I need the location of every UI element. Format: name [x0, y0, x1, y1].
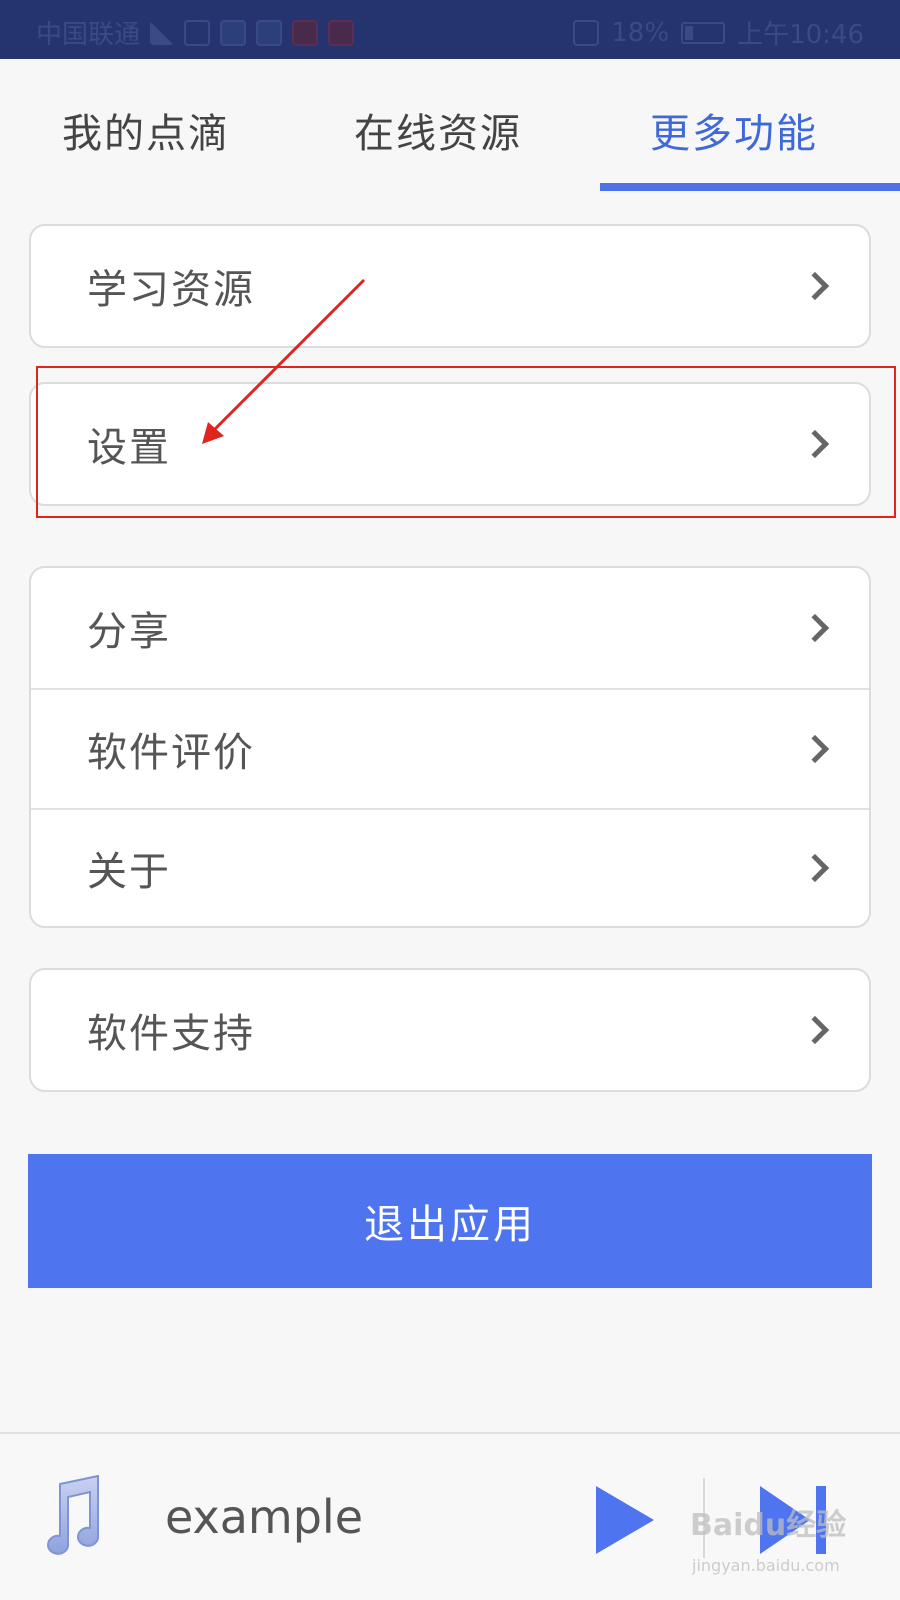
- carrier-label: 中国联通: [36, 20, 141, 50]
- app-notification-icon: [292, 19, 319, 46]
- tab-more-features[interactable]: 更多功能: [650, 101, 818, 159]
- tab-online-resources[interactable]: 在线资源: [354, 101, 522, 159]
- status-right: 18% 上午10:46: [573, 14, 864, 51]
- menu-item-share[interactable]: 分享: [31, 568, 869, 688]
- chevron-right-icon: [800, 271, 830, 301]
- status-left: 中国联通: [36, 14, 355, 51]
- status-bar: 中国联通 18% 上午10:46: [0, 0, 900, 59]
- menu-group-info: 分享 软件评价 关于: [29, 566, 871, 928]
- active-tab-indicator: [600, 183, 900, 191]
- battery-percent: 18%: [611, 17, 670, 48]
- tab-my-records[interactable]: 我的点滴: [62, 101, 230, 159]
- menu-item-learning-resources[interactable]: 学习资源: [31, 226, 869, 346]
- chevron-right-icon: [800, 613, 830, 643]
- chevron-right-icon: [800, 1015, 830, 1045]
- play-icon[interactable]: [596, 1486, 654, 1554]
- menu-item-label: 学习资源: [87, 267, 255, 313]
- menu-item-label: 软件评价: [87, 730, 255, 776]
- eye-icon: [573, 19, 600, 46]
- chevron-right-icon: [800, 734, 830, 764]
- image-app-icon: [256, 19, 283, 46]
- wifi-icon: [184, 19, 211, 46]
- watermark-url: jingyan.baidu.com: [692, 1556, 840, 1575]
- music-note-icon: [47, 1474, 100, 1555]
- battery-icon: [681, 21, 726, 44]
- menu-item-label: 关于: [87, 849, 171, 895]
- track-title: example: [165, 1490, 363, 1544]
- watermark: Baidu经验: [690, 1508, 847, 1543]
- menu-group-learning: 学习资源: [29, 224, 871, 348]
- mini-player: example Baidu经验 jingyan.baidu.com: [0, 1432, 900, 1600]
- video-app-icon: [220, 19, 247, 46]
- menu-group-support: 软件支持: [29, 968, 871, 1092]
- annotation-highlight-box: [36, 366, 896, 518]
- menu-item-about[interactable]: 关于: [31, 808, 869, 926]
- signal-icon: [150, 20, 175, 45]
- tab-bar: 我的点滴 在线资源 更多功能: [0, 59, 900, 193]
- menu-item-label: 软件支持: [87, 1011, 255, 1057]
- menu-item-rate-app[interactable]: 软件评价: [31, 688, 869, 808]
- menu-item-software-support[interactable]: 软件支持: [31, 970, 869, 1090]
- exit-app-button[interactable]: 退出应用: [28, 1154, 872, 1288]
- menu-item-label: 分享: [87, 609, 171, 655]
- clock: 上午10:46: [737, 20, 864, 50]
- chevron-right-icon: [800, 853, 830, 883]
- app-notification-icon-2: [328, 19, 355, 46]
